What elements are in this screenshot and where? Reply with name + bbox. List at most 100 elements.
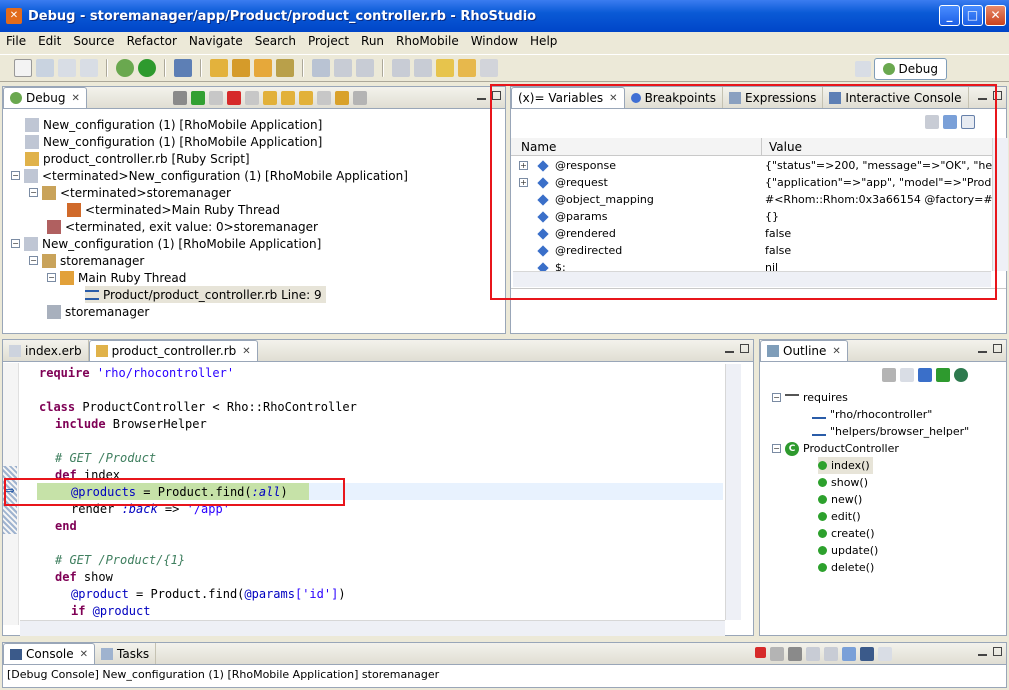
tree-item[interactable]: New_configuration (1) [RhoMobile Applica… [25,133,322,150]
collapse-icon[interactable]: − [772,444,781,453]
sort-alpha-icon[interactable] [900,368,914,382]
code-line[interactable]: if @product [71,603,150,620]
tree-item[interactable]: − New_configuration (1) [RhoMobile Applic… [11,235,321,252]
last-edit-icon[interactable] [436,59,454,77]
hide-nonpublic-icon[interactable] [936,368,950,382]
menu-search[interactable]: Search [249,34,302,48]
outline-item[interactable]: − C ProductController [772,440,899,457]
clear-console-icon[interactable] [806,647,820,661]
menu-source[interactable]: Source [67,34,120,48]
print-icon[interactable] [80,59,98,77]
menu-refactor[interactable]: Refactor [121,34,183,48]
editor-vertical-scrollbar[interactable] [725,364,741,620]
minimize-view-icon[interactable] [477,97,486,100]
minimize-view-icon[interactable] [725,350,734,353]
code-line[interactable]: # GET /Product [55,450,156,467]
step-filters-icon[interactable] [335,91,349,105]
pin-console-icon[interactable] [842,647,856,661]
menu-rhomobile[interactable]: RhoMobile [390,34,465,48]
menu-project[interactable]: Project [302,34,355,48]
menu-help[interactable]: Help [524,34,563,48]
open-resource-icon[interactable] [232,59,250,77]
open-perspective-icon[interactable] [854,61,871,77]
close-button[interactable]: ✕ [985,5,1006,26]
debug-icon[interactable] [116,59,134,77]
code-line[interactable]: def show [55,569,113,586]
tree-item[interactable]: − <terminated>storemanager [29,184,231,201]
collapse-icon[interactable]: − [29,188,38,197]
code-line[interactable]: include BrowserHelper [55,416,207,433]
remove-all-terminated-icon[interactable] [788,647,802,661]
tab-debug[interactable]: Debug ✕ [3,87,87,108]
block-select-icon[interactable] [334,59,352,77]
outline-method-item[interactable]: update() [818,542,878,559]
maximize-view-icon[interactable] [993,344,1002,353]
maximize-view-icon[interactable] [740,344,749,353]
debug-perspective-button[interactable]: Debug [873,58,947,80]
minimize-view-icon[interactable] [978,350,987,353]
minimize-button[interactable]: _ [939,5,960,26]
external-tools-icon[interactable] [174,59,192,77]
menu-navigate[interactable]: Navigate [183,34,249,48]
close-tab-icon[interactable]: ✕ [832,346,840,357]
maximize-view-icon[interactable] [993,647,1002,656]
outline-method-item[interactable]: delete() [818,559,874,576]
outline-method-item[interactable]: create() [818,525,875,542]
tab-tasks[interactable]: Tasks [95,643,157,664]
drop-to-frame-icon[interactable] [317,91,331,105]
tab-index-erb[interactable]: index.erb [3,340,89,361]
tree-item-stack-frame[interactable]: Product/product_controller.rb Line: 9 [85,286,326,303]
hide-fields-icon[interactable] [882,368,896,382]
tree-item[interactable]: − storemanager [29,252,144,269]
collapse-icon[interactable]: − [11,239,20,248]
remove-terminated-icon[interactable] [173,91,187,105]
tab-product-controller[interactable]: product_controller.rb ✕ [88,340,258,361]
menu-edit[interactable]: Edit [32,34,67,48]
scroll-lock-icon[interactable] [824,647,838,661]
maximize-button[interactable]: □ [962,5,983,26]
tree-item[interactable]: storemanager [47,303,149,320]
tree-item[interactable]: <terminated>Main Ruby Thread [67,201,280,218]
code-line[interactable]: # GET /Product/{1} [55,552,185,569]
prev-annotation-icon[interactable] [414,59,432,77]
outline-method-item[interactable]: edit() [818,508,861,525]
step-return-icon[interactable] [299,91,313,105]
open-type-icon[interactable] [210,59,228,77]
hide-local-types-icon[interactable] [954,368,968,382]
open-console-icon[interactable] [878,647,892,661]
tree-item[interactable]: product_controller.rb [Ruby Script] [25,150,250,167]
minimize-view-icon[interactable] [978,653,987,656]
forward-icon[interactable] [480,59,498,77]
tab-console[interactable]: Console ✕ [3,643,96,664]
close-tab-icon[interactable]: ✕ [242,346,250,357]
threads-icon[interactable] [353,91,367,105]
disconnect-icon[interactable] [245,91,259,105]
outline-method-item[interactable]: index() [818,457,873,474]
menu-run[interactable]: Run [355,34,390,48]
resume-icon[interactable] [191,91,205,105]
collapse-icon[interactable]: − [47,273,56,282]
tree-item[interactable]: New_configuration (1) [RhoMobile Applica… [25,116,322,133]
remove-launch-icon[interactable] [770,647,784,661]
close-tab-icon[interactable]: ✕ [71,93,79,104]
code-line[interactable]: @product = Product.find(@params['id']) [71,586,346,603]
run-icon[interactable] [138,59,156,77]
collapse-icon[interactable]: − [29,256,38,265]
tree-item[interactable]: <terminated, exit value: 0>storemanager [47,218,318,235]
editor-horizontal-scrollbar[interactable] [20,620,725,636]
step-into-icon[interactable] [263,91,277,105]
terminate-icon[interactable] [755,647,766,658]
wand-icon[interactable] [276,59,294,77]
whitespace-icon[interactable] [356,59,374,77]
save-icon[interactable] [36,59,54,77]
display-console-icon[interactable] [860,647,874,661]
outline-item[interactable]: "helpers/browser_helper" [812,423,969,440]
tree-item[interactable]: − <terminated>New_configuration (1) [RhoM… [11,167,408,184]
back-icon[interactable] [458,59,476,77]
outline-item[interactable]: "rho/rhocontroller" [812,406,932,423]
outline-method-item[interactable]: show() [818,474,868,491]
menu-window[interactable]: Window [465,34,524,48]
collapse-icon[interactable]: − [772,393,781,402]
terminate-icon[interactable] [227,91,241,105]
step-over-icon[interactable] [281,91,295,105]
